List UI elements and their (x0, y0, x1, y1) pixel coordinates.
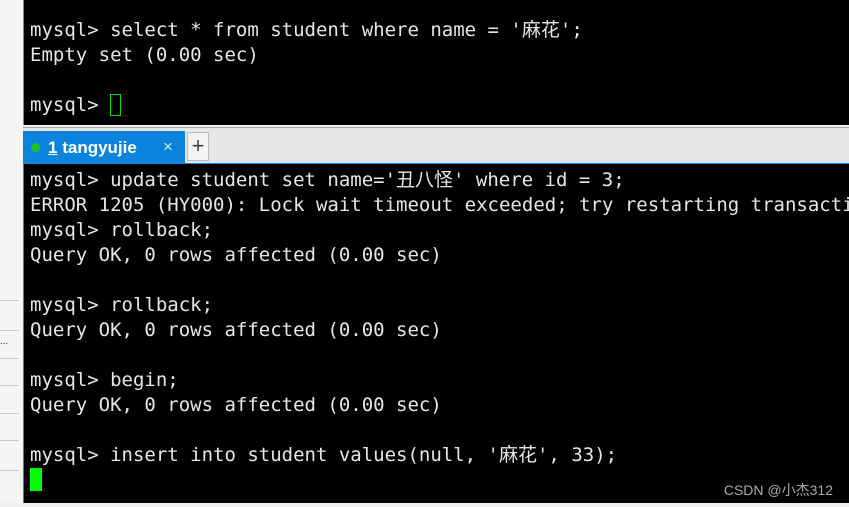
panel-divider (0, 300, 19, 301)
panel-divider (0, 470, 19, 471)
terminal-line: mysql> insert into student values(null, … (30, 444, 618, 466)
session-tab-bar: 1 tangyujie × + (23, 127, 849, 164)
terminal-cursor-line (30, 468, 42, 493)
panel-divider (0, 440, 19, 441)
terminal-line: mysql> select * from student where name … (30, 19, 583, 41)
terminal-line: ERROR 1205 (HY000): Lock wait timeout ex… (30, 194, 849, 216)
watermark: CSDN @小杰312 (723, 482, 833, 498)
panel-divider (0, 413, 19, 414)
terminal-line: Query OK, 0 rows affected (0.00 sec) (30, 244, 442, 266)
active-cursor (30, 468, 42, 491)
bottom-border (0, 503, 849, 507)
top-terminal-pane[interactable]: mysql> select * from student where name … (23, 0, 849, 125)
left-side-panel: ... (0, 0, 23, 507)
terminal-line: Empty set (0.00 sec) (30, 44, 259, 66)
panel-divider (0, 330, 19, 331)
terminal-line: mysql> update student set name='丑八怪' whe… (30, 169, 625, 191)
tab-label: 1 tangyujie (48, 138, 137, 157)
close-icon[interactable]: × (163, 130, 173, 163)
tab-tangyujie[interactable]: 1 tangyujie × (23, 131, 185, 164)
add-tab-button[interactable]: + (187, 132, 209, 161)
status-dot-icon (31, 143, 40, 152)
active-terminal-pane[interactable]: mysql> update student set name='丑八怪' whe… (23, 163, 849, 503)
terminal-prompt-line: mysql> (30, 93, 122, 118)
panel-divider (0, 358, 19, 359)
inactive-cursor (110, 94, 122, 116)
prompt: mysql> (30, 94, 111, 116)
terminal-line: mysql> rollback; (30, 294, 214, 316)
terminal-line: Query OK, 0 rows affected (0.00 sec) (30, 319, 442, 341)
terminal-line: Query OK, 0 rows affected (0.00 sec) (30, 394, 442, 416)
panel-divider (0, 385, 19, 386)
panel-ellipsis[interactable]: ... (0, 336, 8, 347)
terminal-line: mysql> rollback; (30, 219, 214, 241)
terminal-line: mysql> begin; (30, 369, 179, 391)
